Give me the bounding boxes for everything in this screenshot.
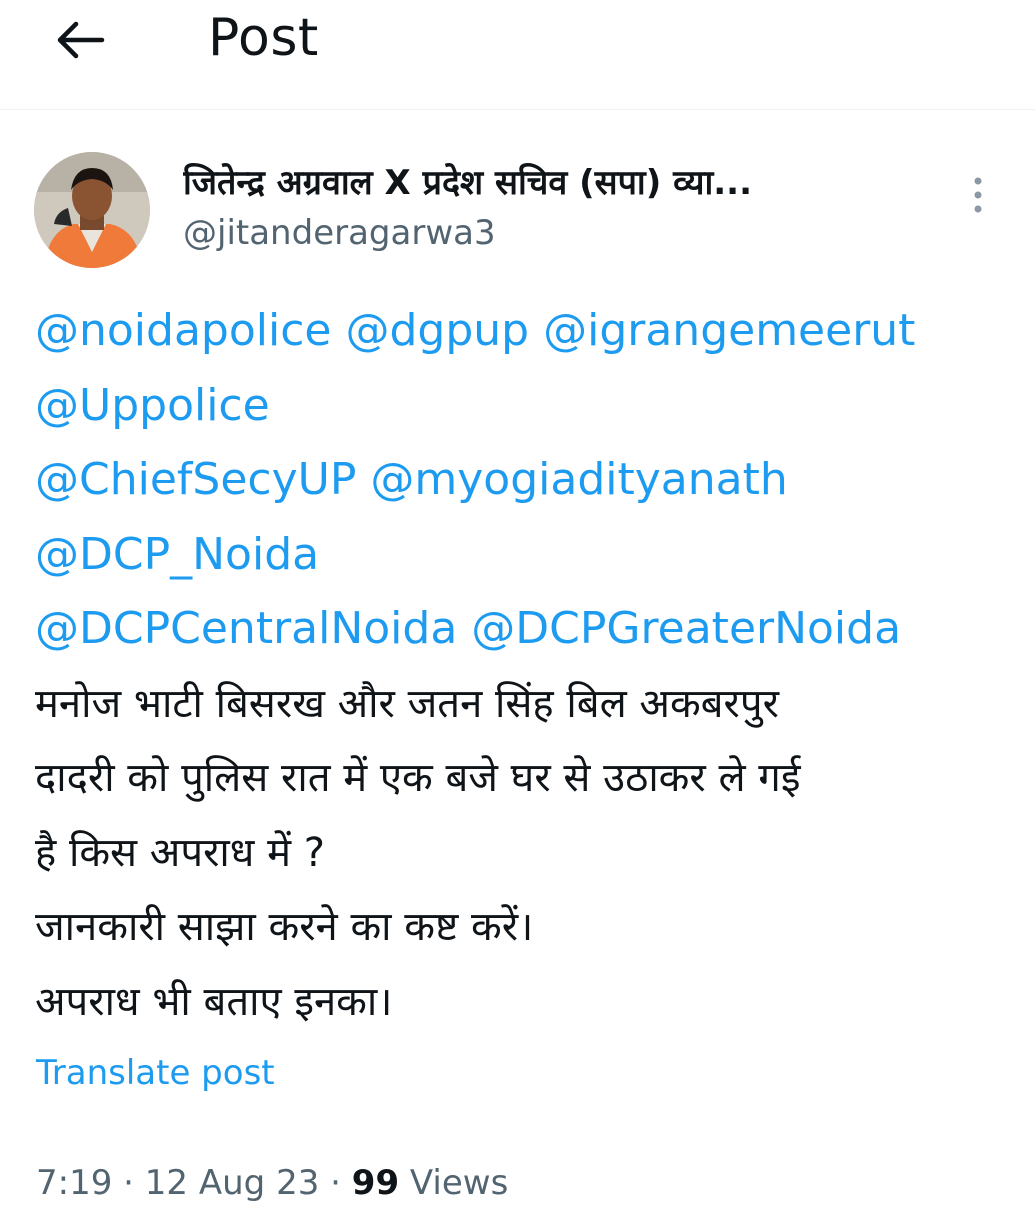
post-text: @noidapolice @dgpup @igrangemeerut @Uppo…	[35, 294, 1010, 1039]
translate-post-link[interactable]: Translate post	[36, 1050, 275, 1096]
mentions-line: @DCPCentralNoida @DCPGreaterNoida	[35, 592, 1010, 667]
back-button[interactable]	[40, 10, 120, 70]
more-options-button[interactable]	[958, 170, 998, 220]
avatar-image	[34, 152, 150, 268]
views-label: Views	[399, 1163, 509, 1203]
post-body-line: अपराध भी बताए इनका।	[35, 978, 393, 1025]
mentions-line: @ChiefSecyUP @myogiadityanath	[35, 443, 1010, 518]
mention-link[interactable]: @myogiadityanath	[370, 454, 787, 505]
top-bar: Post	[0, 0, 1035, 110]
mention-link[interactable]: @dgpup	[345, 305, 529, 356]
mentions-line: @noidapolice @dgpup @igrangemeerut	[35, 294, 1010, 369]
post-time[interactable]: 7:19	[36, 1163, 112, 1203]
avatar[interactable]	[34, 152, 150, 268]
mention-link[interactable]: @noidapolice	[35, 305, 331, 356]
mentions-line: @DCP_Noida	[35, 518, 1010, 593]
post-body-line: है किस अपराध में ?	[35, 829, 325, 876]
author-handle[interactable]: @jitanderagarwa3	[183, 210, 496, 256]
mention-link[interactable]: @Uppolice	[35, 380, 270, 431]
arrow-left-icon	[57, 21, 105, 59]
mention-link[interactable]: @ChiefSecyUP	[35, 454, 356, 505]
more-vertical-icon	[974, 177, 982, 213]
page-title: Post	[208, 8, 319, 68]
meta-separator: ·	[112, 1163, 145, 1203]
mention-link[interactable]: @igrangemeerut	[543, 305, 915, 356]
post-body-line: दादरी को पुलिस रात में एक बजे घर से उठाक…	[35, 755, 801, 801]
meta-separator: ·	[319, 1163, 352, 1203]
post-meta: 7:19 · 12 Aug 23 · 99 Views	[36, 1160, 508, 1206]
mention-link[interactable]: @DCP_Noida	[35, 529, 319, 580]
author-display-name[interactable]: जितेन्द्र अग्रवाल X प्रदेश सचिव (सपा) व्…	[183, 160, 943, 206]
post-body-line: जानकारी साझा करने का कष्ट करें।	[35, 904, 534, 950]
mention-link[interactable]: @DCPCentralNoida	[35, 603, 457, 654]
views-count[interactable]: 99	[352, 1163, 399, 1203]
mention-link[interactable]: @DCPGreaterNoida	[471, 603, 901, 654]
post-body-line: मनोज भाटी बिसरख और जतन सिंह बिल अकबरपुर	[35, 680, 779, 727]
mentions-line: @Uppolice	[35, 369, 1010, 444]
post-date[interactable]: 12 Aug 23	[145, 1163, 320, 1203]
